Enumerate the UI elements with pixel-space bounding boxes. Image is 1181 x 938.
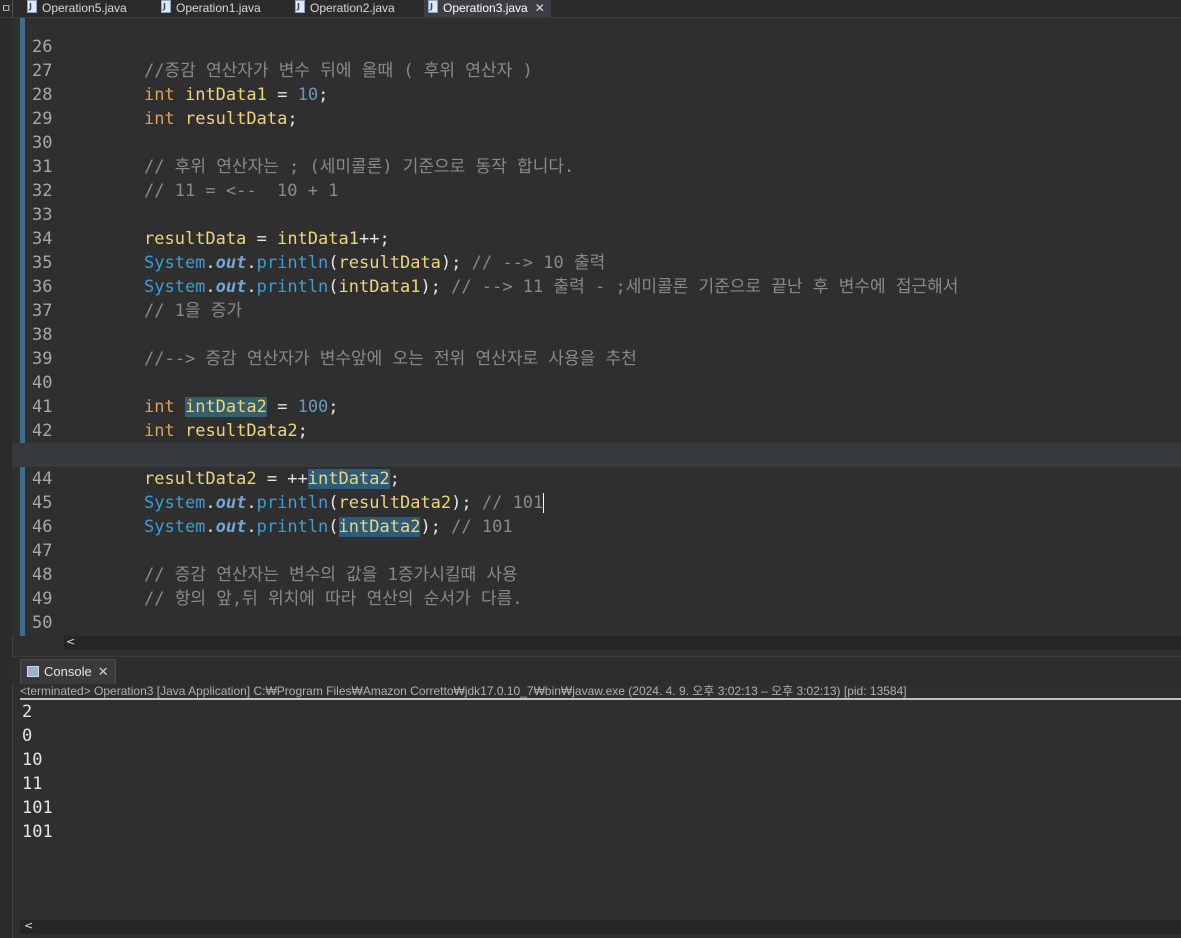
scroll-left-icon[interactable]: < <box>66 635 75 648</box>
console-status-text: <terminated> Operation3 [Java Applicatio… <box>20 684 907 698</box>
console-tab-label: Console <box>44 664 92 679</box>
code-line[interactable]: 29 <box>12 83 1181 129</box>
code-line[interactable]: 47 // 증감 연산자는 변수의 값을 1증가시킬때 사용 <box>12 515 1181 585</box>
code-line[interactable]: 30 // 후위 연산자는 ; (세미콜론) 기준으로 동작 합니다. <box>12 107 1181 177</box>
console-output-line: 101 <box>22 822 53 842</box>
code-line[interactable]: 49 <box>12 563 1181 609</box>
console-icon <box>27 666 39 677</box>
editor-horizontal-scrollbar[interactable]: < <box>64 635 1181 650</box>
left-stub-glyph: ㅁ <box>1 2 12 15</box>
code-line[interactable]: 27 int intData1 = 10; <box>12 35 1181 105</box>
code-line[interactable]: 42 <box>12 395 1181 441</box>
code-line[interactable]: 32 <box>12 155 1181 201</box>
tab-label: Operation1.java <box>176 1 261 15</box>
code-line-current[interactable]: 44 System.out.println(resultData2); // 1… <box>12 443 1181 513</box>
tab-label: Operation2.java <box>310 1 395 15</box>
code-line[interactable]: 38 //--> 증감 연산자가 변수앞에 오는 전위 연산자로 사용을 추천 <box>12 299 1181 369</box>
editor-tab-bar: ㅁ Operation5.java Operation1.java Operat… <box>0 0 1181 18</box>
code-line[interactable]: 41 int resultData2; <box>12 371 1181 441</box>
scroll-left-icon[interactable]: < <box>24 919 33 932</box>
code-line[interactable]: 31 // 11 = <-- 10 + 1 <box>12 131 1181 201</box>
code-line[interactable]: 35 System.out.println(intData1); // --> … <box>12 227 1181 297</box>
code-line[interactable]: 51 } <box>12 611 1181 635</box>
tab-operation5[interactable]: Operation5.java <box>27 0 127 17</box>
java-file-icon <box>27 0 37 15</box>
code-line[interactable]: 34 System.out.println(resultData); // --… <box>12 203 1181 273</box>
console-header: Console ✕ <box>12 656 1181 685</box>
console-output-line: 11 <box>22 774 43 794</box>
console-output[interactable]: 2 0 10 11 101 101 <box>20 700 1181 918</box>
console-output-line: 101 <box>22 798 53 818</box>
java-file-icon <box>161 0 171 15</box>
code-line[interactable]: 33 resultData = intData1++; <box>12 179 1181 249</box>
code-line[interactable]: 36 // 1을 증가 <box>12 251 1181 321</box>
code-line[interactable]: 43 resultData2 = ++intData2; <box>12 419 1181 489</box>
code-line[interactable]: 28 int resultData; <box>12 59 1181 129</box>
tab-operation1[interactable]: Operation1.java <box>161 0 261 17</box>
console-output-line: 2 <box>22 702 33 722</box>
console-horizontal-scrollbar[interactable]: < <box>20 919 1181 934</box>
code-line[interactable]: 37 <box>12 275 1181 321</box>
java-file-icon <box>295 0 305 15</box>
code-line[interactable]: 45 System.out.println(intData2); // 101 <box>12 467 1181 537</box>
code-line[interactable]: 50 <box>12 587 1181 633</box>
code-line[interactable]: 40 int intData2 = 100; <box>12 347 1181 417</box>
console-tab[interactable]: Console ✕ <box>20 659 116 684</box>
left-panel-stub[interactable]: ㅁ <box>0 0 13 17</box>
code-line[interactable]: 46 <box>12 491 1181 537</box>
console-output-line: 10 <box>22 750 43 770</box>
java-file-icon <box>428 0 438 15</box>
tab-operation3[interactable]: Operation3.java ✕ <box>424 0 551 17</box>
console-output-line: 0 <box>22 726 33 746</box>
tab-operation2[interactable]: Operation2.java <box>295 0 395 17</box>
code-line[interactable]: 48 // 항의 앞,뒤 위치에 따라 연산의 순서가 다름. <box>12 539 1181 609</box>
line-number: 51 <box>32 635 66 636</box>
code-line[interactable]: 39 <box>12 323 1181 369</box>
code-line[interactable]: 26 //증감 연산자가 변수 뒤에 올때 ( 후위 연산자 ) <box>12 18 1181 81</box>
tab-label: Operation3.java <box>443 1 528 15</box>
close-icon[interactable]: ✕ <box>535 1 545 15</box>
tab-label: Operation5.java <box>42 1 127 15</box>
code-editor[interactable]: 26 //증감 연산자가 변수 뒤에 올때 ( 후위 연산자 ) 27 int … <box>12 18 1181 636</box>
close-icon[interactable]: ✕ <box>98 664 109 679</box>
